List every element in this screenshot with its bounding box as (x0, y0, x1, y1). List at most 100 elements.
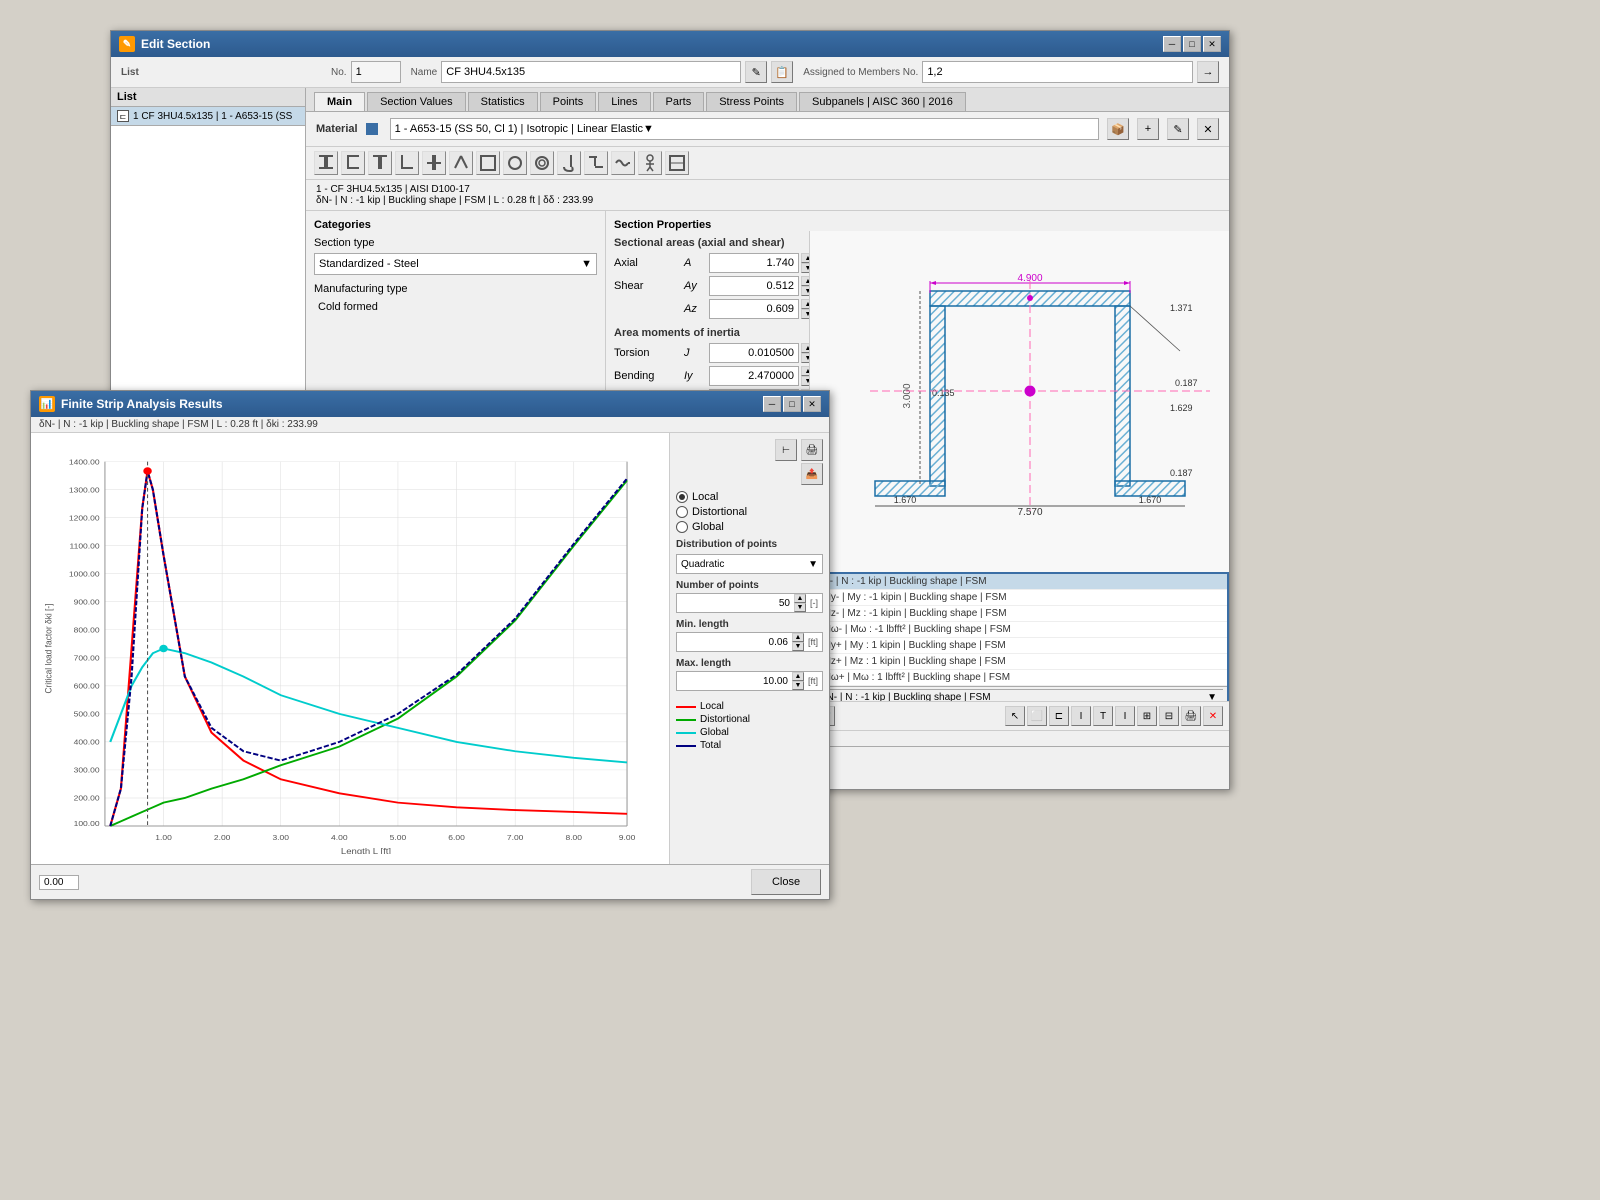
min-down-btn[interactable]: ▼ (792, 642, 804, 651)
minimize-button[interactable]: ─ (1163, 36, 1181, 52)
shape-angle[interactable] (449, 151, 473, 175)
fsa-icon-export[interactable]: 📤 (801, 463, 823, 485)
max-up-btn[interactable]: ▲ (792, 672, 804, 681)
section-list-item-0[interactable]: δN- | N : -1 kip | Buckling shape | FSM (811, 574, 1227, 590)
svg-text:1.629: 1.629 (1170, 403, 1193, 413)
max-length-group: Max. length 10.00 ▲ ▼ [ft] (676, 658, 823, 691)
fsa-icon-snap[interactable]: ⊢ (775, 439, 797, 461)
list-item-text: 1 CF 3HU4.5x135 | 1 - A653-15 (SS (133, 111, 292, 122)
svg-text:1.670: 1.670 (894, 495, 917, 505)
shape-T[interactable] (368, 151, 392, 175)
section-list-item-1[interactable]: δMy- | My : -1 kipin | Buckling shape | … (811, 590, 1227, 606)
torsion-value[interactable] (709, 343, 799, 363)
shear-y-value[interactable] (709, 276, 799, 296)
tb-btn-table[interactable]: ⊞ (1137, 706, 1157, 726)
shape-person[interactable] (638, 151, 662, 175)
shape-T2[interactable] (422, 151, 446, 175)
section-type-label: Section type (314, 237, 434, 249)
shape-bracket[interactable] (341, 151, 365, 175)
shape-L[interactable] (395, 151, 419, 175)
tab-statistics[interactable]: Statistics (468, 92, 538, 111)
svg-text:800.00: 800.00 (74, 626, 101, 634)
material-btn1[interactable]: 📦 (1107, 118, 1129, 140)
tab-lines[interactable]: Lines (598, 92, 650, 111)
fsa-icon-print[interactable]: 🖨 (801, 439, 823, 461)
shape-wave[interactable] (611, 151, 635, 175)
tab-subpanels[interactable]: Subpanels | AISC 360 | 2016 (799, 92, 966, 111)
edit-icon-btn[interactable]: ✎ (745, 61, 767, 83)
max-length-unit: [ft] (808, 676, 818, 686)
close-button[interactable]: ✕ (1203, 36, 1221, 52)
tb-btn-print[interactable]: 🖨 (1181, 706, 1201, 726)
shear-z-value[interactable] (709, 299, 799, 319)
section-list-item-5[interactable]: δMz+ | Mz : 1 kipin | Buckling shape | F… (811, 654, 1227, 670)
shape-extra1[interactable] (665, 151, 689, 175)
section-list-item-4[interactable]: δMy+ | My : 1 kipin | Buckling shape | F… (811, 638, 1227, 654)
shape-I[interactable] (314, 151, 338, 175)
material-dropdown[interactable]: 1 - A653-15 (SS 50, Cl 1) | Isotropic | … (390, 118, 1099, 140)
fsa-mode-distortional[interactable]: Distortional (676, 506, 823, 518)
svg-text:200.00: 200.00 (74, 794, 101, 802)
dropdown-arrow: ▼ (643, 123, 654, 135)
max-down-btn[interactable]: ▼ (792, 681, 804, 690)
assigned-icon-btn[interactable]: → (1197, 61, 1219, 83)
svg-text:0.135: 0.135 (932, 388, 955, 398)
local-radio[interactable] (676, 491, 688, 503)
chart-svg: Critical load factor δki [-] (41, 443, 659, 854)
tb-btn-cursor[interactable]: ↖ (1005, 706, 1025, 726)
shape-Z[interactable] (584, 151, 608, 175)
fsa-mode-global[interactable]: Global (676, 521, 823, 533)
fsa-close-button[interactable]: ✕ (803, 396, 821, 412)
tab-main[interactable]: Main (314, 92, 365, 111)
edit-section-titlebar: ✎ Edit Section ─ □ ✕ (111, 31, 1229, 57)
legend-distortional: Distortional (676, 714, 823, 725)
points-down-btn[interactable]: ▼ (794, 603, 806, 612)
assigned-input[interactable] (922, 61, 1193, 83)
name-input[interactable] (441, 61, 741, 83)
tb-btn-I-right[interactable]: T (1093, 706, 1113, 726)
section-list-item-3[interactable]: δMω- | Mω : -1 lbfft² | Buckling shape |… (811, 622, 1227, 638)
tb-btn-x[interactable]: ✕ (1203, 706, 1223, 726)
info-icon-btn[interactable]: 📋 (771, 61, 793, 83)
tab-parts[interactable]: Parts (653, 92, 705, 111)
tab-section-values[interactable]: Section Values (367, 92, 466, 111)
section-list-item-2[interactable]: δMz- | Mz : -1 kipin | Buckling shape | … (811, 606, 1227, 622)
svg-text:3.000: 3.000 (902, 383, 913, 408)
svg-text:300.00: 300.00 (74, 766, 101, 774)
global-radio[interactable] (676, 521, 688, 533)
min-up-btn[interactable]: ▲ (792, 633, 804, 642)
fsa-maximize-button[interactable]: □ (783, 396, 801, 412)
tb-btn-grid[interactable]: ⊟ (1159, 706, 1179, 726)
fsa-mode-local[interactable]: Local (676, 491, 823, 503)
svg-text:1000.00: 1000.00 (69, 570, 100, 578)
material-btn4[interactable]: ✕ (1197, 118, 1219, 140)
tb-btn-square[interactable]: ⬜ (1027, 706, 1047, 726)
tab-points[interactable]: Points (540, 92, 597, 111)
maximize-button[interactable]: □ (1183, 36, 1201, 52)
axial-value[interactable] (709, 253, 799, 273)
material-btn2[interactable]: + (1137, 118, 1159, 140)
bending-y-value[interactable] (709, 366, 799, 386)
tb-btn-bracket[interactable]: ⊏ (1049, 706, 1069, 726)
section-list-item-6[interactable]: δMω+ | Mω : 1 lbfft² | Buckling shape | … (811, 670, 1227, 686)
distortional-radio[interactable] (676, 506, 688, 518)
tb-btn-I-sym[interactable]: I (1115, 706, 1135, 726)
shape-ring[interactable] (530, 151, 554, 175)
section-type-dropdown[interactable]: Standardized - Steel ▼ (314, 253, 597, 275)
material-btn3[interactable]: ✎ (1167, 118, 1189, 140)
shape-J[interactable] (557, 151, 581, 175)
dist-dropdown[interactable]: Quadratic ▼ (676, 554, 823, 574)
list-item-0[interactable]: ⊏ 1 CF 3HU4.5x135 | 1 - A653-15 (SS (111, 107, 305, 126)
tb-btn-I-left[interactable]: I (1071, 706, 1091, 726)
num-points-unit: [-] (810, 598, 818, 608)
fsa-minimize-button[interactable]: ─ (763, 396, 781, 412)
tab-stress-points[interactable]: Stress Points (706, 92, 797, 111)
points-up-btn[interactable]: ▲ (794, 594, 806, 603)
svg-text:1100.00: 1100.00 (69, 542, 100, 550)
shape-circle[interactable] (503, 151, 527, 175)
shape-rect[interactable] (476, 151, 500, 175)
fsa-title: Finite Strip Analysis Results (61, 397, 223, 411)
max-length-value: 10.00 (681, 676, 788, 687)
no-input[interactable] (351, 61, 401, 83)
fsa-close-button[interactable]: Close (751, 869, 821, 895)
